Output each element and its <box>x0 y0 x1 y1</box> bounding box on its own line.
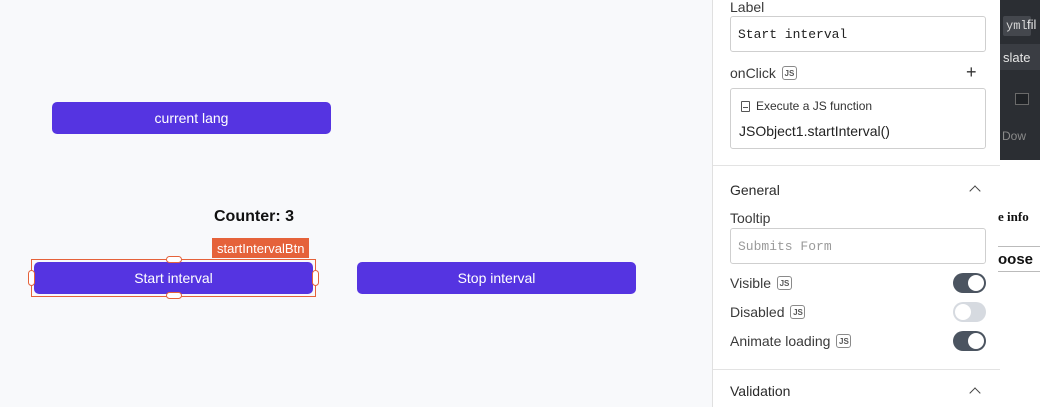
onclick-label-text: onClick <box>730 65 776 81</box>
canvas: current lang Counter: 3 startIntervalBtn… <box>0 0 712 407</box>
download-text[interactable]: Dow <box>1002 129 1026 143</box>
tooltip-input[interactable]: Submits Form <box>730 228 986 264</box>
document-icon <box>741 100 750 112</box>
counter-text: Counter: 3 <box>214 208 294 225</box>
property-pane: Label Start interval onClick JS + Execut… <box>712 0 1003 407</box>
label-input[interactable]: Start interval <box>730 16 986 52</box>
animate-loading-label-text: Animate loading <box>730 333 831 349</box>
terminal-icon <box>1015 93 1029 105</box>
animate-loading-toggle[interactable] <box>953 331 986 351</box>
current-lang-button[interactable]: current lang <box>52 102 331 134</box>
onclick-label: onClick JS <box>730 65 797 81</box>
file-text: fil <box>1027 17 1037 32</box>
resize-handle-bottom[interactable] <box>166 292 182 299</box>
label-field-label: Label <box>730 0 765 15</box>
js-toggle-animate-loading[interactable]: JS <box>836 334 852 348</box>
selected-widget-tag[interactable]: startIntervalBtn <box>212 238 310 258</box>
disabled-label: Disabled JS <box>730 304 806 320</box>
toggle-knob <box>968 275 984 291</box>
toggle-knob <box>955 304 971 320</box>
tooltip-label: Tooltip <box>730 210 771 226</box>
general-section-title[interactable]: General <box>730 182 780 198</box>
action-title: Execute a JS function <box>741 99 872 113</box>
visible-label: Visible JS <box>730 275 792 291</box>
disabled-toggle[interactable] <box>953 302 986 322</box>
chevron-up-icon[interactable] <box>969 185 981 197</box>
disabled-label-text: Disabled <box>730 304 785 320</box>
toggle-knob <box>968 333 984 349</box>
resize-handle-left[interactable] <box>28 270 35 286</box>
background-window-header: yml fil slate Dow <box>1000 0 1040 160</box>
animate-loading-label: Animate loading JS <box>730 333 852 349</box>
validation-section-title[interactable]: Validation <box>730 383 790 399</box>
resize-handle-right[interactable] <box>312 270 319 286</box>
js-toggle-disabled[interactable]: JS <box>790 305 806 319</box>
onclick-action-box[interactable]: Execute a JS function JSObject1.startInt… <box>730 88 986 149</box>
stop-interval-button[interactable]: Stop interval <box>357 262 636 294</box>
action-code: JSObject1.startInterval() <box>739 123 890 139</box>
start-interval-button[interactable]: Start interval <box>34 262 313 294</box>
resize-handle-top[interactable] <box>166 256 182 263</box>
divider <box>713 165 1003 166</box>
plus-icon[interactable]: + <box>966 62 977 83</box>
chevron-up-icon[interactable] <box>969 387 981 399</box>
action-title-text: Execute a JS function <box>756 99 873 113</box>
js-toggle-onclick[interactable]: JS <box>781 66 797 80</box>
info-text: e info <box>998 209 1029 224</box>
background-window-edge: yml fil slate Dow e info oose <box>998 0 1040 407</box>
js-toggle-visible[interactable]: JS <box>777 276 792 290</box>
visible-label-text: Visible <box>730 275 771 291</box>
slate-text: slate <box>1000 44 1040 70</box>
choose-button[interactable]: oose <box>998 246 1040 272</box>
visible-toggle[interactable] <box>953 273 986 293</box>
divider <box>713 369 1003 370</box>
